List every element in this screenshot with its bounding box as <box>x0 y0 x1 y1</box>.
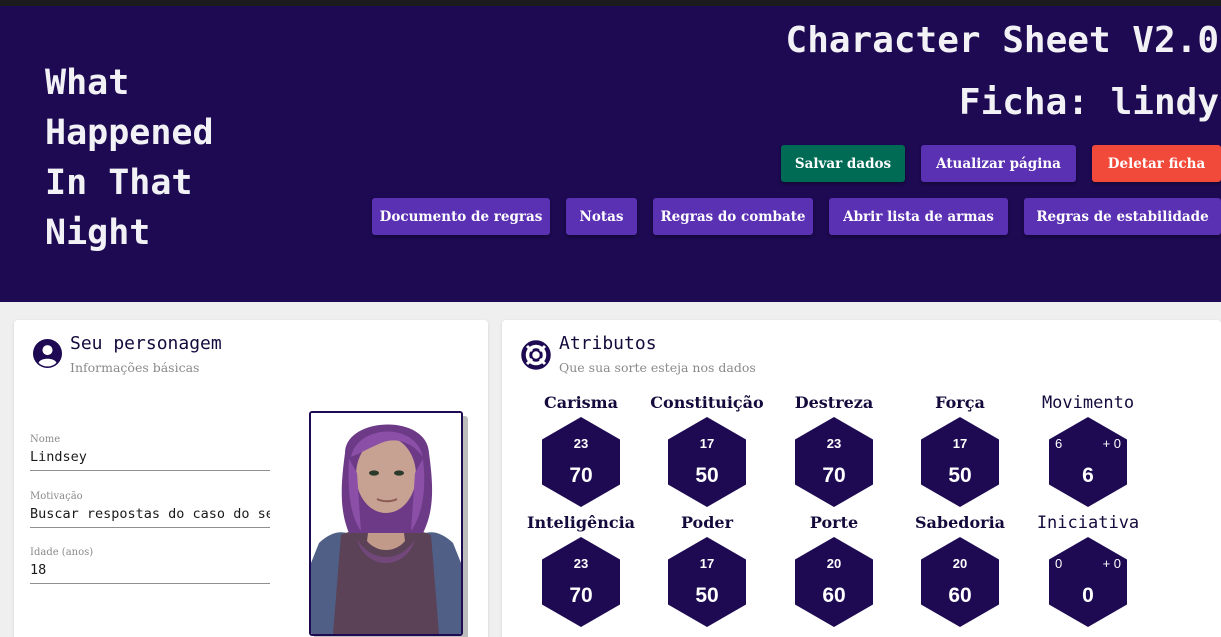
game-title-line: In That <box>45 163 193 203</box>
derived-value: 6 <box>1082 464 1094 487</box>
derived-movimento[interactable]: Movimento 6 + 0 6 <box>1023 393 1153 509</box>
attribute-value: 70 <box>569 464 593 487</box>
motivation-field[interactable]: Motivação Buscar respostas do caso do se… <box>30 491 270 528</box>
attribute-value: 60 <box>822 584 846 607</box>
attribute-base-value: 17 <box>952 436 968 451</box>
attribute-value: 50 <box>948 464 972 487</box>
attribute-value: 50 <box>695 464 719 487</box>
attribute-poder[interactable]: Poder 17 50 <box>642 513 772 629</box>
game-title: What Happened In That Night <box>45 58 305 258</box>
attribute-forca[interactable]: Força 17 50 <box>895 393 1025 509</box>
notes-button[interactable]: Notas <box>566 198 637 235</box>
age-field-label: Idade (anos) <box>30 547 94 558</box>
attribute-base-value: 17 <box>699 436 715 451</box>
attribute-value: 70 <box>822 464 846 487</box>
character-card-subtitle: Informações básicas <box>70 360 200 375</box>
attribute-value: 50 <box>695 584 719 607</box>
refresh-page-button[interactable]: Atualizar página <box>921 145 1076 182</box>
attribute-name: Carisma <box>544 393 618 412</box>
sheet-title: Character Sheet V2.0 <box>785 20 1219 61</box>
attribute-hexagon[interactable]: 17 50 <box>666 415 748 509</box>
attribute-inteligencia[interactable]: Inteligência 23 70 <box>516 513 646 629</box>
character-portrait[interactable] <box>309 411 463 636</box>
attribute-name: Destreza <box>794 393 874 412</box>
stability-rules-button[interactable]: Regras de estabilidade <box>1024 198 1221 235</box>
character-card-title: Seu personagem <box>70 333 222 354</box>
attribute-hexagon[interactable]: 23 70 <box>793 415 875 509</box>
derived-iniciativa[interactable]: Iniciativa 0 + 0 0 <box>1023 513 1153 629</box>
attribute-porte[interactable]: Porte 20 60 <box>769 513 899 629</box>
attribute-hexagon[interactable]: 17 50 <box>666 535 748 629</box>
save-button[interactable]: Salvar dados <box>781 145 905 182</box>
derived-name: Iniciativa <box>1036 513 1140 533</box>
page-header: What Happened In That Night Character Sh… <box>0 6 1221 302</box>
derived-base-value: 0 <box>1055 556 1063 571</box>
attribute-name: Porte <box>809 513 859 532</box>
derived-base-value: 6 <box>1055 436 1063 451</box>
derived-hexagon[interactable]: 0 + 0 0 <box>1047 535 1129 629</box>
attribute-constituicao[interactable]: Constituição 17 50 <box>642 393 772 509</box>
attribute-name: Constituição <box>650 393 764 412</box>
attribute-base-value: 20 <box>952 556 968 571</box>
character-card: Seu personagem Informações básicas Nome … <box>14 320 488 637</box>
attribute-name: Força <box>935 393 985 412</box>
attribute-sabedoria[interactable]: Sabedoria 20 60 <box>895 513 1025 629</box>
attribute-base-value: 23 <box>573 436 589 451</box>
attribute-base-value: 23 <box>826 436 842 451</box>
age-input[interactable]: 18 <box>30 559 270 583</box>
attribute-hexagon[interactable]: 17 50 <box>919 415 1001 509</box>
sheet-name: Ficha: lindy <box>958 82 1219 123</box>
attribute-hexagon[interactable]: 23 70 <box>540 415 622 509</box>
name-field-label: Nome <box>30 434 61 445</box>
attributes-card: Atributos Que sua sorte esteja nos dados… <box>502 320 1221 637</box>
derived-name: Movimento <box>1041 393 1135 413</box>
attribute-hexagon[interactable]: 20 60 <box>919 535 1001 629</box>
attribute-hexagon[interactable]: 23 70 <box>540 535 622 629</box>
attribute-carisma[interactable]: Carisma 23 70 <box>516 393 646 509</box>
attributes-card-subtitle: Que sua sorte esteja nos dados <box>559 360 756 375</box>
attribute-hexagon[interactable]: 20 60 <box>793 535 875 629</box>
attribute-name: Inteligência <box>526 513 636 532</box>
life-ring-icon <box>521 340 551 374</box>
motivation-field-label: Motivação <box>30 491 83 502</box>
game-title-line: Happened <box>45 113 214 153</box>
attribute-base-value: 17 <box>699 556 715 571</box>
attribute-value: 60 <box>948 584 972 607</box>
name-input[interactable]: Lindsey <box>30 446 270 470</box>
game-title-line: What <box>45 63 130 103</box>
attribute-base-value: 20 <box>826 556 842 571</box>
weapons-list-button[interactable]: Abrir lista de armas <box>829 198 1008 235</box>
derived-hexagon[interactable]: 6 + 0 6 <box>1047 415 1129 509</box>
attribute-name: Sabedoria <box>914 513 1006 532</box>
derived-bonus-value: + 0 <box>1102 556 1121 571</box>
attribute-destreza[interactable]: Destreza 23 70 <box>769 393 899 509</box>
attribute-base-value: 23 <box>573 556 589 571</box>
rules-document-button[interactable]: Documento de regras <box>372 198 550 235</box>
attribute-value: 70 <box>569 584 593 607</box>
age-field[interactable]: Idade (anos) 18 <box>30 547 270 584</box>
delete-sheet-button[interactable]: Deletar ficha <box>1092 145 1221 182</box>
attributes-card-title: Atributos <box>559 333 657 354</box>
person-circle-icon <box>32 338 63 373</box>
attribute-name: Poder <box>680 513 734 532</box>
name-field[interactable]: Nome Lindsey <box>30 434 270 471</box>
motivation-input[interactable]: Buscar respostas do caso do seu a <box>30 503 270 527</box>
combat-rules-button[interactable]: Regras do combate <box>653 198 813 235</box>
derived-bonus-value: + 0 <box>1102 436 1121 451</box>
derived-value: 0 <box>1082 584 1094 607</box>
game-title-line: Night <box>45 213 151 253</box>
